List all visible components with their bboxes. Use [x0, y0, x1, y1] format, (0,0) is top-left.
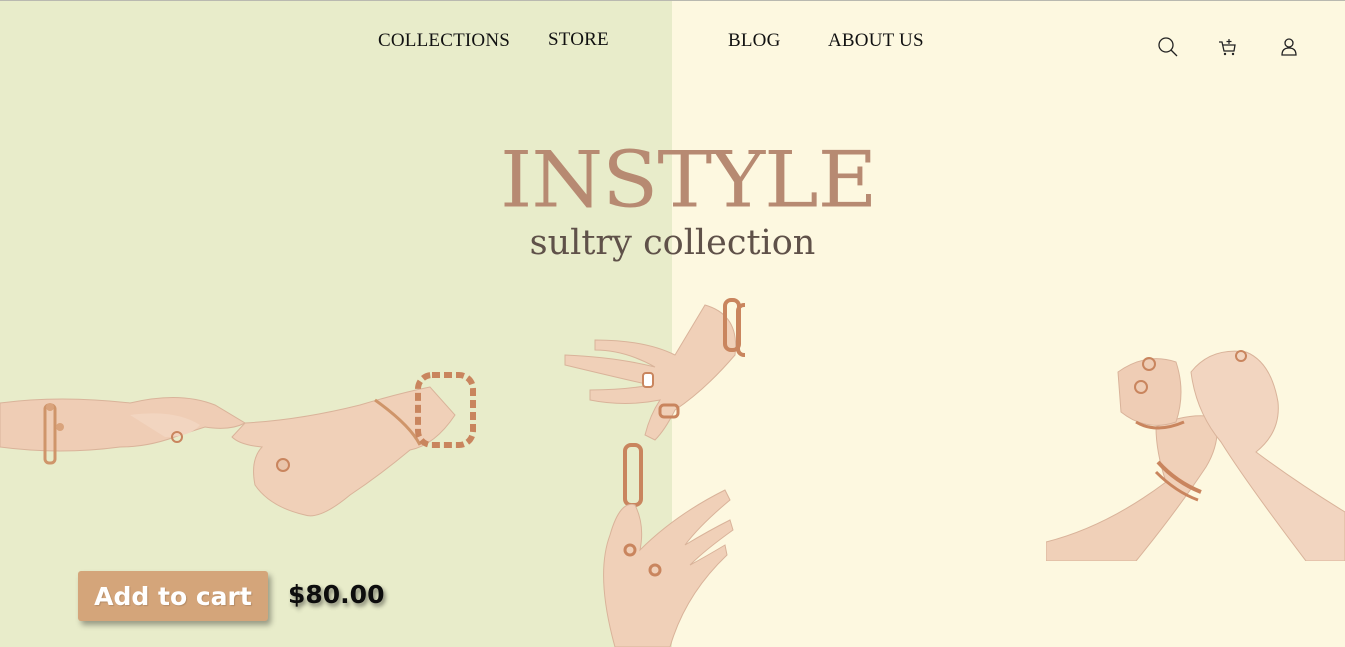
add-to-cart-button[interactable]: Add to cart: [78, 571, 268, 621]
nav-blog[interactable]: BLOG: [728, 30, 781, 52]
hands-with-bracelets-image: [0, 372, 476, 517]
collection-subtitle: sultry collection: [529, 223, 816, 263]
nav-about-us[interactable]: ABOUT US: [828, 30, 924, 52]
search-icon[interactable]: [1157, 36, 1179, 58]
user-icon[interactable]: [1278, 36, 1300, 58]
hands-with-rings-image: [564, 298, 745, 647]
cart-icon[interactable]: [1217, 36, 1239, 58]
nav-store[interactable]: STORE: [548, 29, 609, 51]
brand-title: INSTYLE: [500, 135, 877, 226]
crossed-wrists-image: [1046, 342, 1345, 561]
nav-collections[interactable]: COLLECTIONS: [378, 30, 510, 52]
top-border: [0, 0, 1345, 1]
product-price: $80.00: [288, 580, 385, 609]
